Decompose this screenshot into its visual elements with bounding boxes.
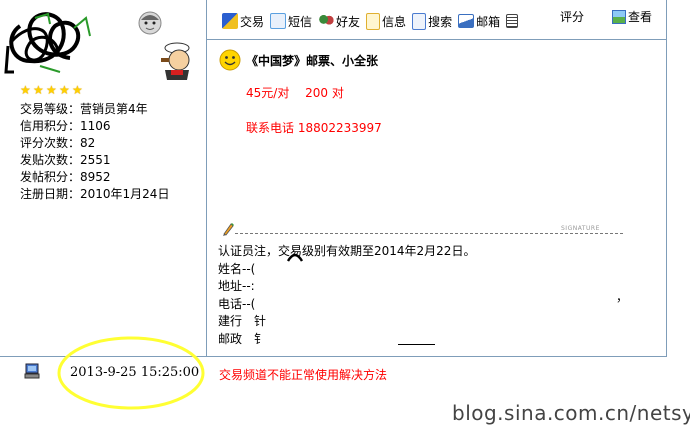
post-price: 45元/对 200 对	[246, 86, 344, 100]
list-icon	[506, 14, 519, 28]
pencil-icon	[223, 223, 234, 236]
star-icon: ★	[72, 83, 83, 97]
signature-line: 电话--(	[218, 296, 256, 311]
message-icon	[270, 13, 287, 29]
star-icon: ★	[20, 83, 31, 97]
stat-credit: 信用积分：1106	[20, 119, 111, 133]
post-contact: 联系电话 18802233997	[246, 121, 382, 135]
trade-help-link[interactable]: 交易频道不能正常使用解决方法	[219, 366, 387, 383]
toolbar-mail-label: 邮箱	[476, 14, 501, 29]
stat-register-date: 注册日期：2010年1月24日	[20, 187, 170, 201]
toolbar-divider	[207, 39, 667, 40]
rating-stars: ★ ★ ★ ★ ★	[20, 84, 84, 97]
toolbar-search-button[interactable]: 搜索	[412, 12, 453, 30]
picture-icon	[612, 9, 626, 24]
star-icon: ★	[33, 83, 44, 97]
signature-text: 认证员注，交易级别有效期至2014年2月22日。 姓名--( 地址--: 电话-…	[218, 243, 475, 348]
friends-icon	[318, 13, 335, 29]
signature-underline	[398, 344, 435, 345]
post-title: 《中国梦》邮票、小全张	[246, 54, 379, 68]
toolbar-mail-button[interactable]: 邮箱	[458, 13, 500, 30]
signature-comma: ，	[616, 290, 629, 304]
toolbar-message-label: 短信	[288, 14, 313, 29]
avatar-scribble	[4, 12, 91, 74]
signature-divider	[235, 233, 623, 234]
highlight-circle	[57, 336, 205, 410]
computer-icon	[24, 363, 40, 379]
user-stats: 交易等级：营销员第4年 信用积分：1106 评分次数：82 发贴次数：2551 …	[20, 101, 169, 203]
mail-icon	[458, 14, 475, 28]
toolbar-friends-label: 好友	[336, 14, 361, 29]
stat-post-count: 发贴次数：2551	[20, 153, 111, 167]
face-icon	[138, 11, 162, 35]
toolbar-view-label: 查看	[628, 10, 653, 24]
signature-label: SIGNATURE	[561, 225, 600, 232]
toolbar-friends-button[interactable]: 好友	[318, 13, 360, 30]
popeye-icon	[161, 42, 190, 80]
signature-line: 姓名--(	[218, 261, 256, 276]
toolbar-trade-button[interactable]: 交易	[222, 13, 264, 30]
post-toolbar: 交易 短信 好友 信息 搜索 邮箱	[222, 10, 526, 32]
toolbar-list-button[interactable]	[506, 14, 520, 28]
signature-line: 邮政 钅	[218, 331, 267, 346]
right-border	[666, 0, 667, 357]
star-icon: ★	[59, 83, 70, 97]
toolbar-trade-label: 交易	[240, 14, 265, 29]
toolbar-info-button[interactable]: 信息	[366, 12, 407, 30]
stat-trade-level: 交易等级：营销员第4年	[20, 102, 148, 116]
toolbar-rate-button[interactable]: 评分	[560, 8, 584, 25]
signature-line: 建行 针	[218, 314, 267, 328]
search-icon	[412, 12, 427, 30]
smiley-icon	[219, 49, 241, 71]
stat-rating-count: 评分次数：82	[20, 136, 96, 150]
signature-line: 认证员注，交易级别有效期至2014年2月22日。	[218, 244, 476, 258]
column-divider	[206, 0, 207, 357]
cursor-caret-icon	[286, 253, 304, 262]
info-icon	[366, 12, 381, 30]
toolbar-search-label: 搜索	[428, 14, 453, 29]
toolbar-view-button[interactable]: 查看	[612, 8, 652, 25]
toolbar-message-button[interactable]: 短信	[270, 13, 312, 30]
shield-icon	[222, 13, 238, 29]
signature-line: 地址--:	[218, 279, 255, 293]
blog-watermark: blog.sina.com.cn/netsys	[452, 401, 690, 425]
star-icon: ★	[46, 83, 57, 97]
toolbar-info-label: 信息	[382, 14, 407, 29]
stat-post-points: 发帖积分：8952	[20, 170, 111, 184]
